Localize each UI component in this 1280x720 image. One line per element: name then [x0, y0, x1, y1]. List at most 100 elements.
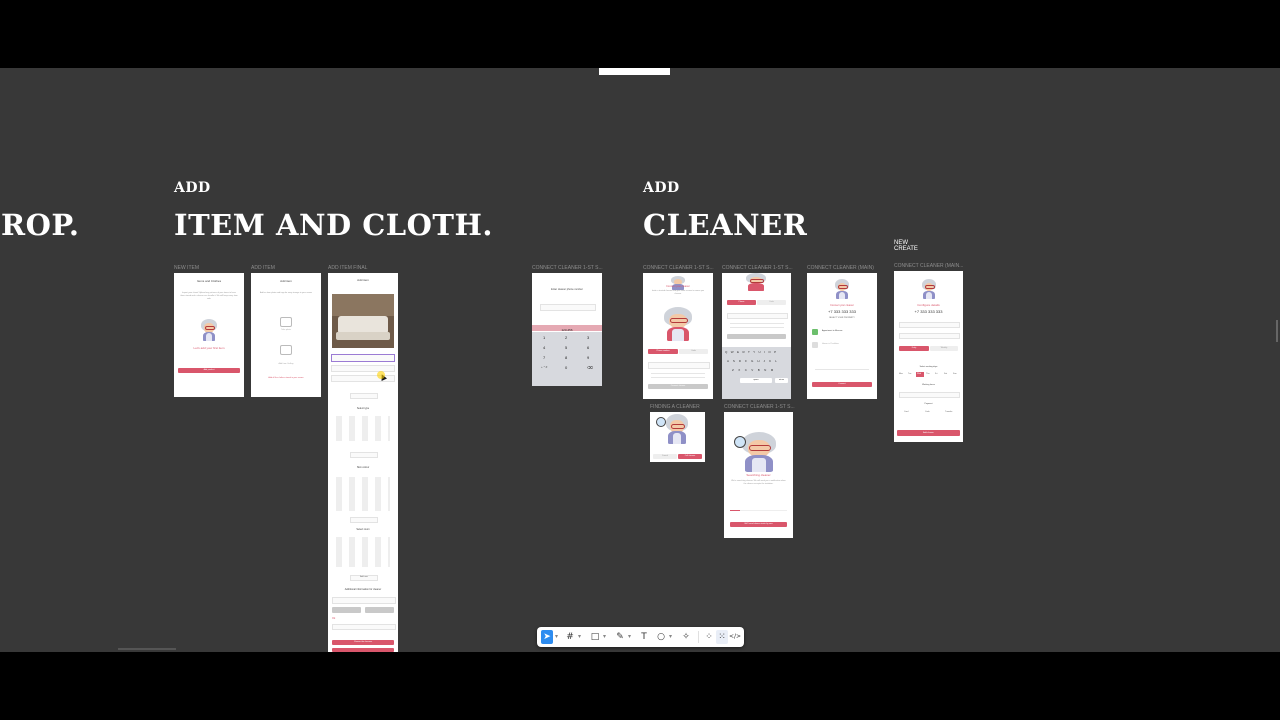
- chevron-down-icon[interactable]: ▾: [602, 630, 607, 644]
- frame-connect-main[interactable]: Connect your cleaner +7 333 333 333 SELE…: [807, 273, 877, 399]
- key-symbols[interactable]: + * #: [541, 365, 547, 369]
- tab-code[interactable]: Code: [679, 349, 708, 354]
- add-new-chip[interactable]: Add new: [350, 575, 378, 581]
- keyboard-row-1[interactable]: Q W E R T Y U I O P: [725, 350, 778, 354]
- type-icon-grid[interactable]: [336, 416, 390, 441]
- frame-connect-2[interactable]: Connect your cleaner Invite a trusted cl…: [643, 273, 713, 399]
- select-room-chip[interactable]: [350, 393, 378, 399]
- frame-new-item[interactable]: Items and Clothes Import your closet! Up…: [174, 273, 244, 397]
- key-6[interactable]: 6: [587, 345, 589, 350]
- extra-info-input[interactable]: [332, 597, 396, 604]
- key-8[interactable]: 8: [565, 355, 567, 360]
- day-mon[interactable]: Mon: [899, 373, 903, 375]
- pay-cash[interactable]: Cash: [925, 411, 930, 413]
- chevron-down-icon[interactable]: ▾: [668, 630, 673, 644]
- frame-finding[interactable]: Cancel Call cleaner: [650, 412, 705, 462]
- add-product-button[interactable]: Add product: [178, 368, 240, 373]
- hours-input[interactable]: [899, 392, 960, 398]
- select-tool-button[interactable]: ➤: [541, 630, 553, 644]
- checkbox-icon[interactable]: [812, 342, 818, 348]
- check-icon[interactable]: [812, 329, 818, 335]
- address-input[interactable]: [899, 333, 960, 339]
- secondary-button[interactable]: [332, 648, 394, 652]
- day-sat[interactable]: Sat: [944, 373, 947, 375]
- phone-input[interactable]: [648, 362, 710, 369]
- actions-tool-button[interactable]: ✧: [680, 630, 692, 644]
- chevron-down-icon[interactable]: ▾: [554, 630, 559, 644]
- frame-label-add-item[interactable]: ADD ITEM: [251, 265, 275, 271]
- frame-label-configure[interactable]: CONNECT CLEANER (MAIN...: [894, 263, 963, 269]
- choose-cleaners-button[interactable]: Choose the cleaners: [332, 640, 394, 645]
- day-sun[interactable]: Sun: [953, 373, 957, 375]
- frame-connect-1[interactable]: Enter cleaner phone number 123-456 1 2 3…: [532, 273, 602, 386]
- shape-tool-button[interactable]: □: [589, 630, 601, 644]
- item-desc-input[interactable]: [331, 365, 395, 372]
- connect-button[interactable]: Connect: [812, 382, 872, 387]
- horizontal-scrollbar[interactable]: [118, 648, 176, 650]
- backspace-icon[interactable]: ⌫: [587, 365, 593, 370]
- pen-tool-button[interactable]: ✎: [614, 630, 626, 644]
- tab-code[interactable]: Code: [757, 300, 786, 305]
- day-tue[interactable]: Tue: [908, 373, 911, 375]
- add-clothes-link[interactable]: Add all the clothes stored in your rooms: [251, 377, 321, 379]
- call-cleaner-button[interactable]: Call cleaner: [678, 454, 702, 459]
- vertical-scrollbar[interactable]: [1276, 320, 1278, 342]
- cancel-button[interactable]: Cancel: [653, 454, 677, 459]
- frame-connect-4[interactable]: Searching cleaner We're searching cleane…: [724, 412, 793, 538]
- day-fri[interactable]: Fri: [935, 373, 937, 375]
- sms-invite-button[interactable]: We'll send cleaner invite by sms: [730, 522, 787, 527]
- frame-tool-button[interactable]: #: [564, 630, 576, 644]
- property-option-2[interactable]: House in Pushkino: [822, 343, 839, 345]
- connect-cleaner-button[interactable]: Connect cleaner: [648, 384, 708, 389]
- frame-add-item[interactable]: Add item Add an item photo and tags for …: [251, 273, 321, 397]
- keyboard-row-2[interactable]: A S D F G H J K L: [727, 359, 778, 363]
- option-a-button[interactable]: [332, 607, 361, 613]
- room-icon-grid[interactable]: [336, 537, 390, 567]
- add-colour-chip[interactable]: [350, 517, 378, 523]
- key-1[interactable]: 1: [543, 335, 545, 340]
- prototype-mode-button[interactable]: ⁙: [716, 630, 728, 644]
- key-5[interactable]: 5: [565, 345, 567, 350]
- segment-daily[interactable]: Daily: [899, 346, 929, 351]
- space-key[interactable]: space: [740, 378, 772, 383]
- chevron-down-icon[interactable]: ▾: [627, 630, 632, 644]
- frame-label-connect-2[interactable]: CONNECT CLEANER 1-ST S...: [643, 265, 714, 271]
- frame-label-connect-1[interactable]: CONNECT CLEANER 1-ST S...: [532, 265, 603, 271]
- property-option-1[interactable]: Appartment in Moscow: [822, 330, 842, 332]
- colour-icon-grid[interactable]: [336, 477, 390, 511]
- pay-transfer[interactable]: Transfer: [945, 411, 952, 413]
- numeric-keypad[interactable]: 1 2 3 4 5 6 7 8 9 + * # 0 ⌫: [532, 332, 602, 386]
- key-9[interactable]: 9: [587, 355, 589, 360]
- key-2[interactable]: 2: [565, 335, 567, 340]
- key-0[interactable]: 0: [565, 365, 567, 370]
- gallery-icon[interactable]: [280, 345, 292, 355]
- item-name-input[interactable]: [331, 354, 395, 362]
- frame-label-connect-4[interactable]: CONNECT CLEANER 1-ST S...: [724, 404, 795, 410]
- phone-input[interactable]: [540, 304, 596, 311]
- add-cleaner-button[interactable]: Add cleaner: [897, 430, 960, 436]
- text-tool-button[interactable]: T: [638, 630, 650, 644]
- connect-button[interactable]: [727, 334, 786, 339]
- day-wed-selected[interactable]: Wed: [916, 372, 924, 377]
- tab-phone[interactable]: Phone: [727, 300, 756, 305]
- frame-configure[interactable]: Configure details +7 333 333 333 Daily W…: [894, 271, 963, 442]
- camera-icon[interactable]: [280, 317, 292, 327]
- frame-label-finding[interactable]: FINDING A CLEANER: [650, 404, 700, 410]
- day-thu[interactable]: Thu: [926, 373, 929, 375]
- qwerty-keyboard[interactable]: Q W E R T Y U I O P A S D F G H J K L Z …: [722, 347, 791, 399]
- comment-tool-button[interactable]: ○: [655, 630, 667, 644]
- name-input[interactable]: [899, 322, 960, 328]
- return-key[interactable]: return: [775, 378, 788, 383]
- frame-label-connect-main[interactable]: CONNECT CLEANER (MAIN): [807, 265, 874, 271]
- segment-weekly[interactable]: Weekly: [930, 346, 958, 351]
- phone-input[interactable]: [727, 313, 788, 319]
- pay-card[interactable]: Card: [904, 411, 908, 413]
- dev-mode-button[interactable]: </>: [729, 630, 741, 644]
- chevron-down-icon[interactable]: ▾: [577, 630, 582, 644]
- key-3[interactable]: 3: [587, 335, 589, 340]
- keyboard-row-3[interactable]: Z X C V B N M: [732, 368, 775, 372]
- frame-label-new-item[interactable]: NEW ITEM: [174, 265, 199, 271]
- key-4[interactable]: 4: [543, 345, 545, 350]
- frame-label-add-item-final[interactable]: ADD ITEM FINAL: [328, 265, 367, 271]
- option-b-button[interactable]: [365, 607, 394, 613]
